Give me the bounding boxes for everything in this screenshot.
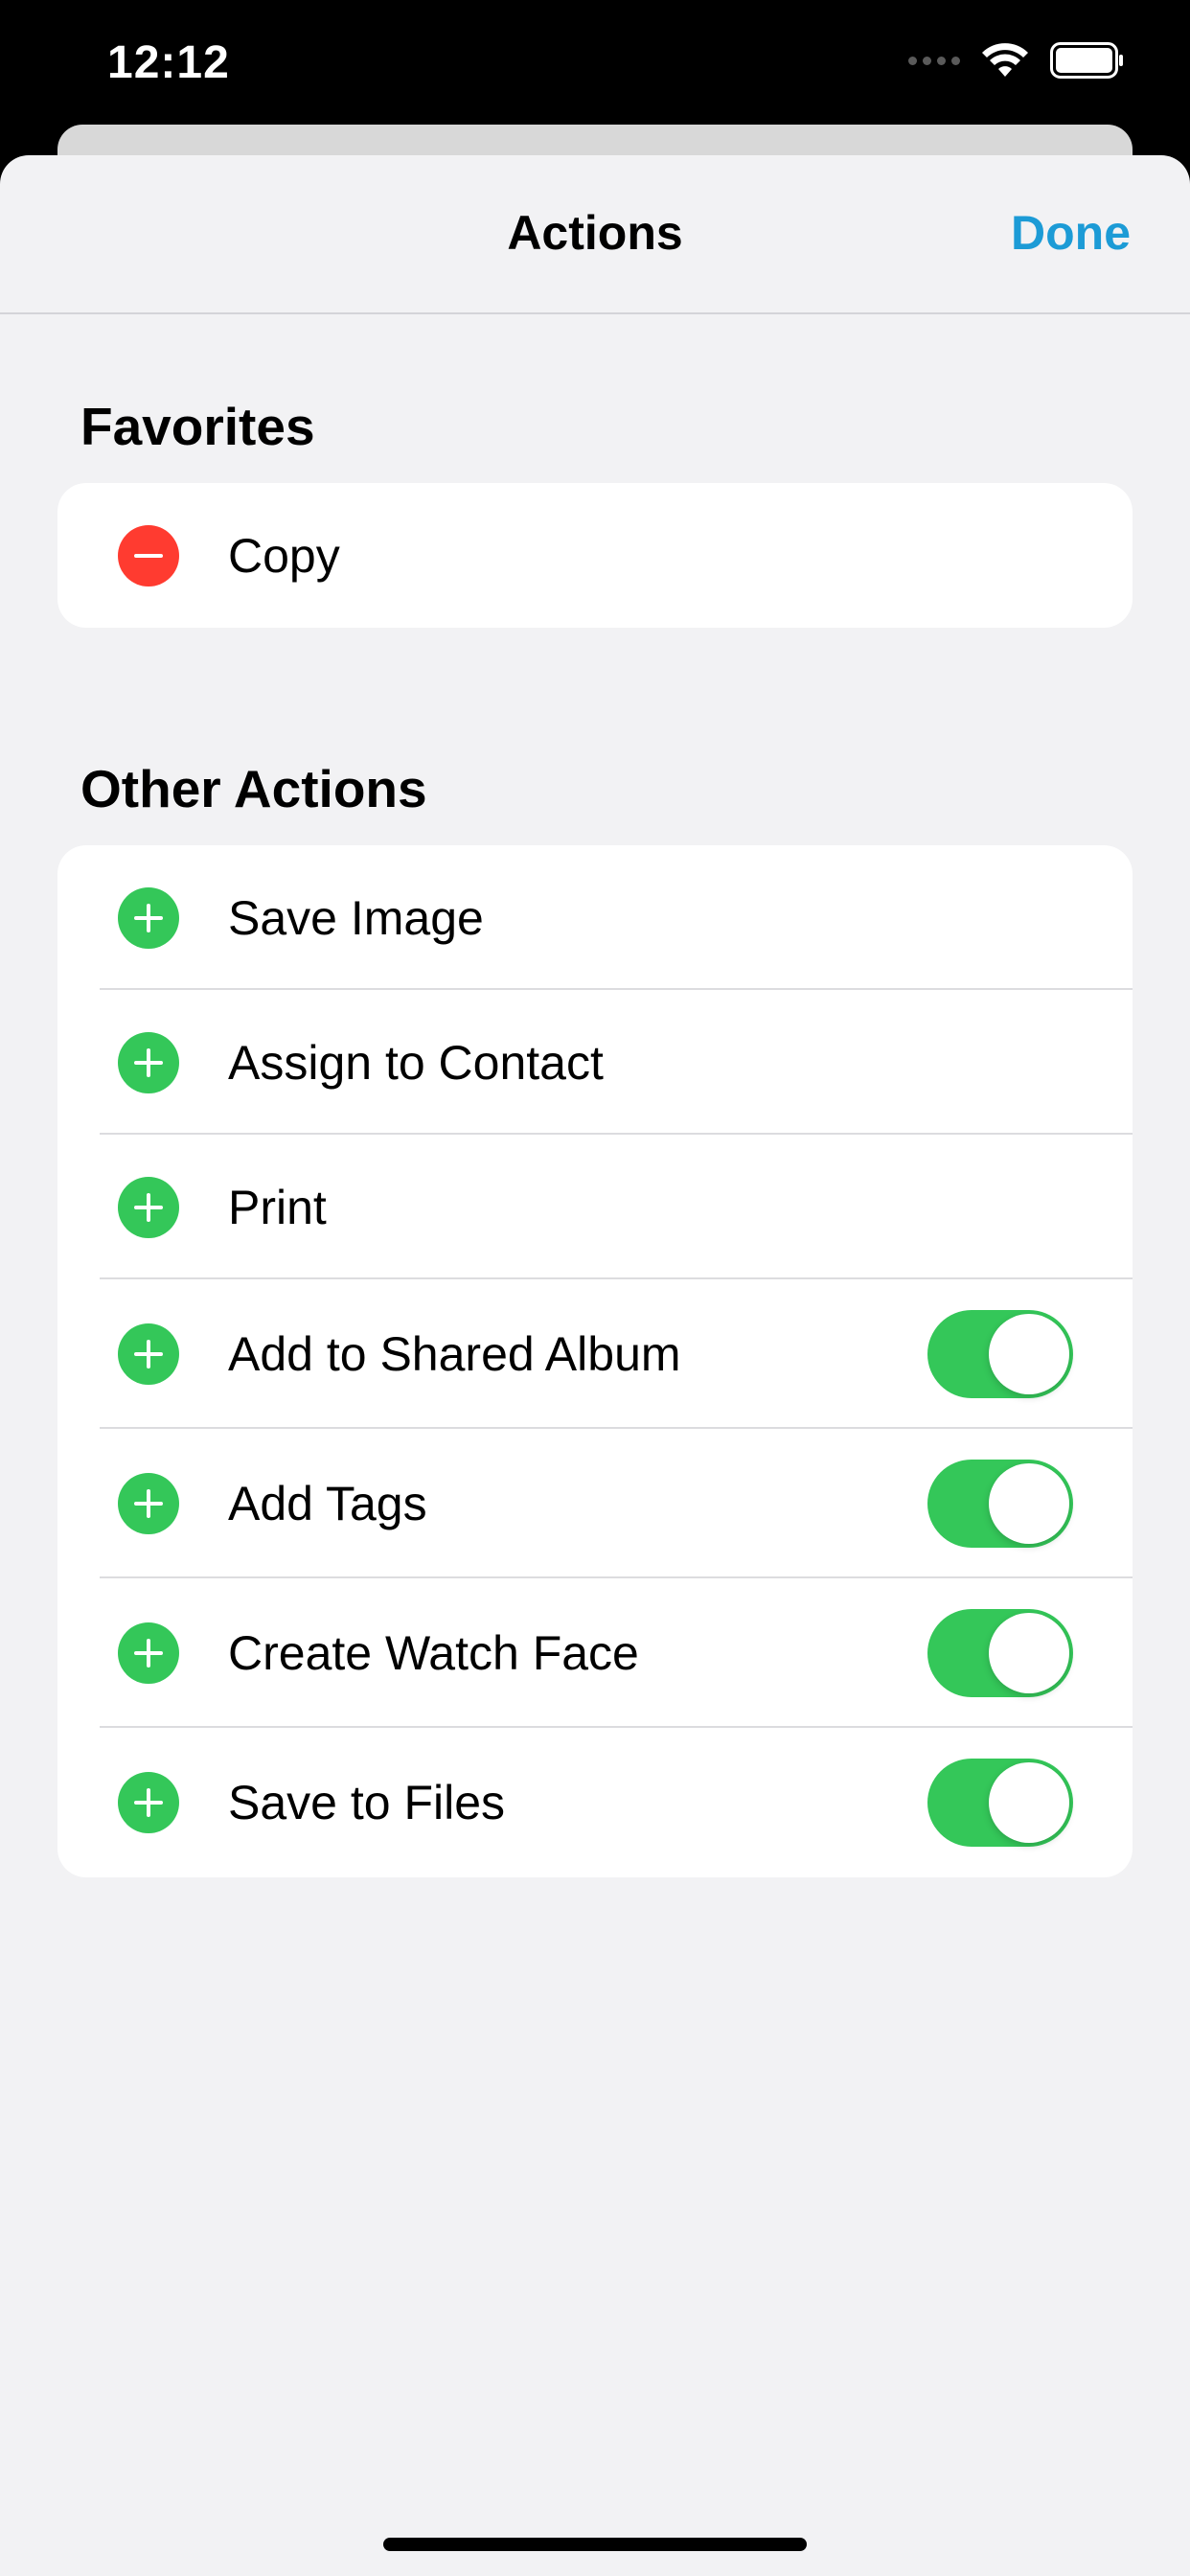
list-item-copy[interactable]: Copy xyxy=(57,483,1133,628)
row-label: Create Watch Face xyxy=(228,1626,639,1680)
battery-icon xyxy=(1050,42,1123,79)
row-label: Copy xyxy=(228,528,340,583)
navigation-bar: Actions Done xyxy=(0,155,1190,314)
toggle-knob xyxy=(989,1613,1069,1693)
row-label: Assign to Contact xyxy=(228,1035,604,1090)
toggle-switch[interactable] xyxy=(927,1609,1073,1697)
remove-icon[interactable] xyxy=(118,524,179,586)
list-item-print[interactable]: Print xyxy=(57,1135,1133,1279)
row-label: Save to Files xyxy=(228,1776,506,1829)
other-actions-group: Save Image Assign to Contact Print Add t… xyxy=(57,845,1133,1877)
done-button[interactable]: Done xyxy=(1011,205,1131,261)
toggle-switch[interactable] xyxy=(927,1310,1073,1398)
add-icon[interactable] xyxy=(118,1176,179,1238)
add-icon[interactable] xyxy=(118,1473,179,1534)
add-icon[interactable] xyxy=(118,1323,179,1385)
add-icon[interactable] xyxy=(118,1031,179,1093)
actions-sheet: Actions Done Favorites Copy Other Action… xyxy=(0,155,1190,2576)
status-time: 12:12 xyxy=(107,37,230,88)
signal-icon xyxy=(908,56,960,65)
toggle-knob xyxy=(989,1463,1069,1544)
row-label: Print xyxy=(228,1180,327,1234)
list-item-save-to-files[interactable]: Save to Files xyxy=(57,1728,1133,1877)
favorites-header: Favorites xyxy=(80,397,315,456)
status-icons xyxy=(908,42,1125,79)
toggle-switch[interactable] xyxy=(927,1759,1073,1847)
list-item-add-tags[interactable]: Add Tags xyxy=(57,1429,1133,1578)
list-item-create-watch-face[interactable]: Create Watch Face xyxy=(57,1578,1133,1728)
favorites-group: Copy xyxy=(57,483,1133,628)
add-icon[interactable] xyxy=(118,1622,179,1684)
status-bar: 12:12 xyxy=(0,0,1190,144)
list-item-assign-to-contact[interactable]: Assign to Contact xyxy=(57,990,1133,1135)
home-indicator[interactable] xyxy=(383,2538,807,2551)
row-label: Add Tags xyxy=(228,1477,427,1530)
list-item-save-image[interactable]: Save Image xyxy=(57,845,1133,990)
other-actions-header: Other Actions xyxy=(80,759,427,818)
toggle-knob xyxy=(989,1762,1069,1843)
wifi-icon xyxy=(982,43,1028,77)
row-label: Add to Shared Album xyxy=(228,1327,681,1381)
toggle-switch[interactable] xyxy=(927,1460,1073,1548)
list-item-add-to-shared-album[interactable]: Add to Shared Album xyxy=(57,1279,1133,1429)
row-label: Save Image xyxy=(228,890,484,945)
toggle-knob xyxy=(989,1314,1069,1394)
add-icon[interactable] xyxy=(118,886,179,949)
add-icon[interactable] xyxy=(118,1772,179,1833)
